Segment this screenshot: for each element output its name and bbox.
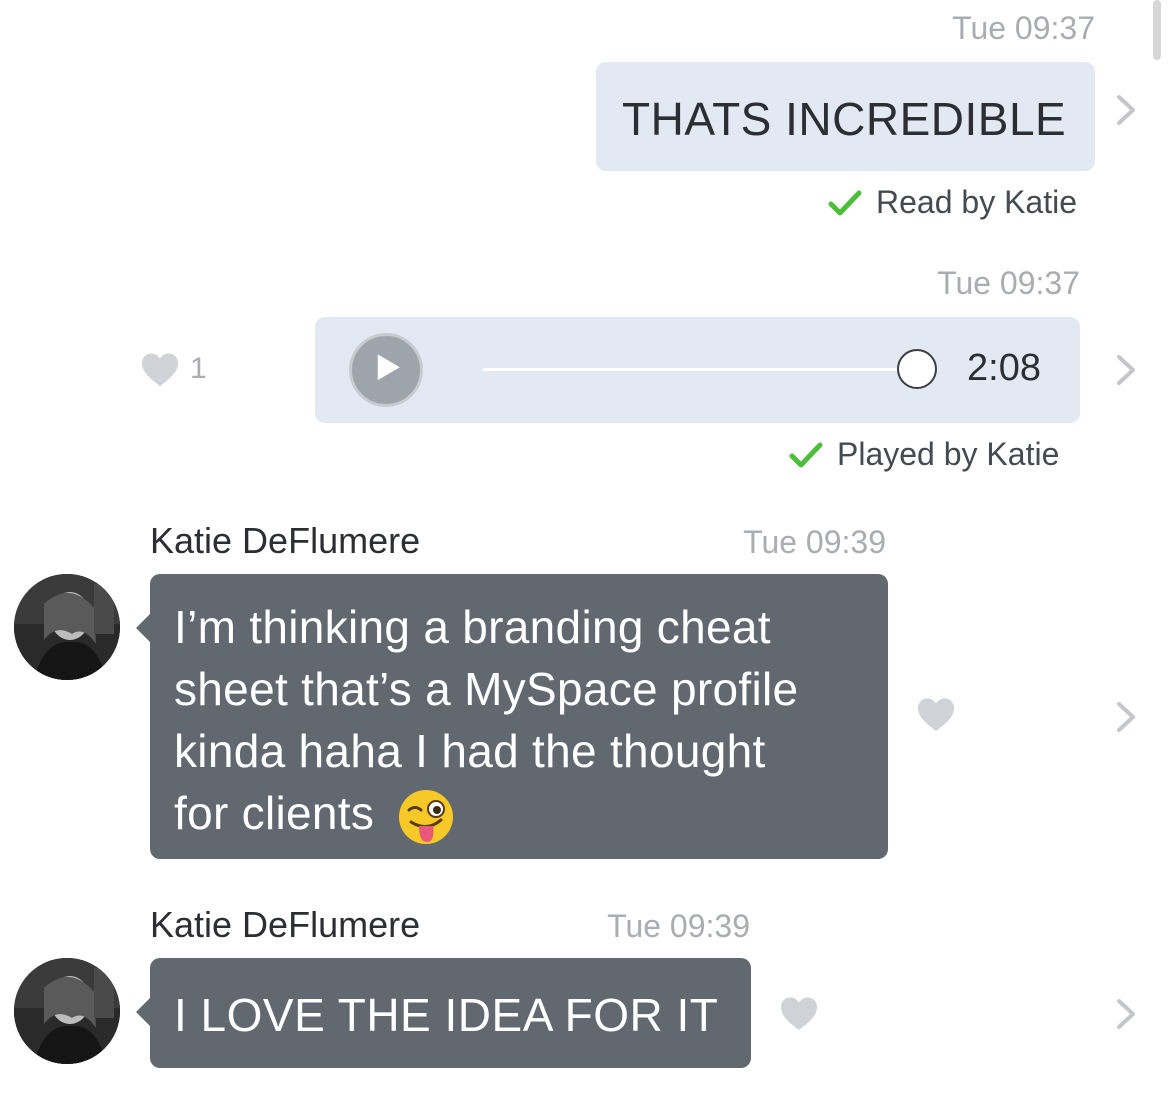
read-receipt: Read by Katie bbox=[828, 184, 1077, 221]
heart-icon[interactable] bbox=[779, 996, 819, 1032]
chevron-right-icon[interactable] bbox=[1106, 350, 1146, 390]
checkmark-icon bbox=[828, 188, 862, 218]
status-text: Played by Katie bbox=[837, 436, 1060, 472]
message-timestamp: Tue 09:37 bbox=[952, 10, 1095, 46]
message-line: kinda haha I had the thought bbox=[174, 725, 766, 777]
sender-name: Katie DeFlumere bbox=[150, 904, 421, 945]
chevron-right-icon[interactable] bbox=[1106, 994, 1146, 1034]
message-timestamp: Tue 09:37 bbox=[937, 265, 1080, 301]
play-button[interactable] bbox=[349, 333, 423, 407]
avatar[interactable] bbox=[14, 958, 120, 1064]
audio-progress-track[interactable] bbox=[483, 368, 917, 371]
heart-icon[interactable] bbox=[916, 697, 956, 733]
message-text: I LOVE THE IDEA FOR IT bbox=[174, 989, 719, 1041]
audio-duration: 2:08 bbox=[967, 347, 1041, 389]
status-text: Read by Katie bbox=[876, 184, 1078, 220]
like-count: 1 bbox=[190, 352, 207, 385]
chevron-right-icon[interactable] bbox=[1106, 90, 1146, 130]
play-icon bbox=[377, 354, 400, 381]
outgoing-message-bubble[interactable]: THATS INCREDIBLE bbox=[596, 62, 1095, 171]
incoming-message-bubble[interactable]: I’m thinking a branding cheat sheet that… bbox=[136, 574, 888, 859]
heart-icon[interactable] bbox=[140, 352, 180, 388]
message-timestamp: Tue 09:39 bbox=[743, 524, 886, 560]
chevron-right-icon[interactable] bbox=[1106, 697, 1146, 737]
played-receipt: Played by Katie bbox=[789, 436, 1059, 473]
checkmark-icon bbox=[789, 440, 823, 470]
message-line: I’m thinking a branding cheat bbox=[174, 601, 771, 653]
sender-name: Katie DeFlumere bbox=[150, 520, 421, 561]
message-line: sheet that’s a MySpace profile bbox=[174, 663, 799, 715]
scrollbar[interactable] bbox=[1153, 0, 1161, 60]
incoming-message-bubble[interactable]: I LOVE THE IDEA FOR IT bbox=[136, 958, 751, 1068]
audio-scrubber-handle[interactable] bbox=[897, 349, 937, 389]
voice-message-bubble[interactable]: 2:08 bbox=[315, 317, 1080, 423]
avatar[interactable] bbox=[14, 574, 120, 680]
message-text: THATS INCREDIBLE bbox=[622, 93, 1067, 145]
message-line: for clients bbox=[174, 782, 798, 846]
winking-tongue-emoji-icon bbox=[397, 788, 455, 846]
message-timestamp: Tue 09:39 bbox=[607, 908, 750, 944]
